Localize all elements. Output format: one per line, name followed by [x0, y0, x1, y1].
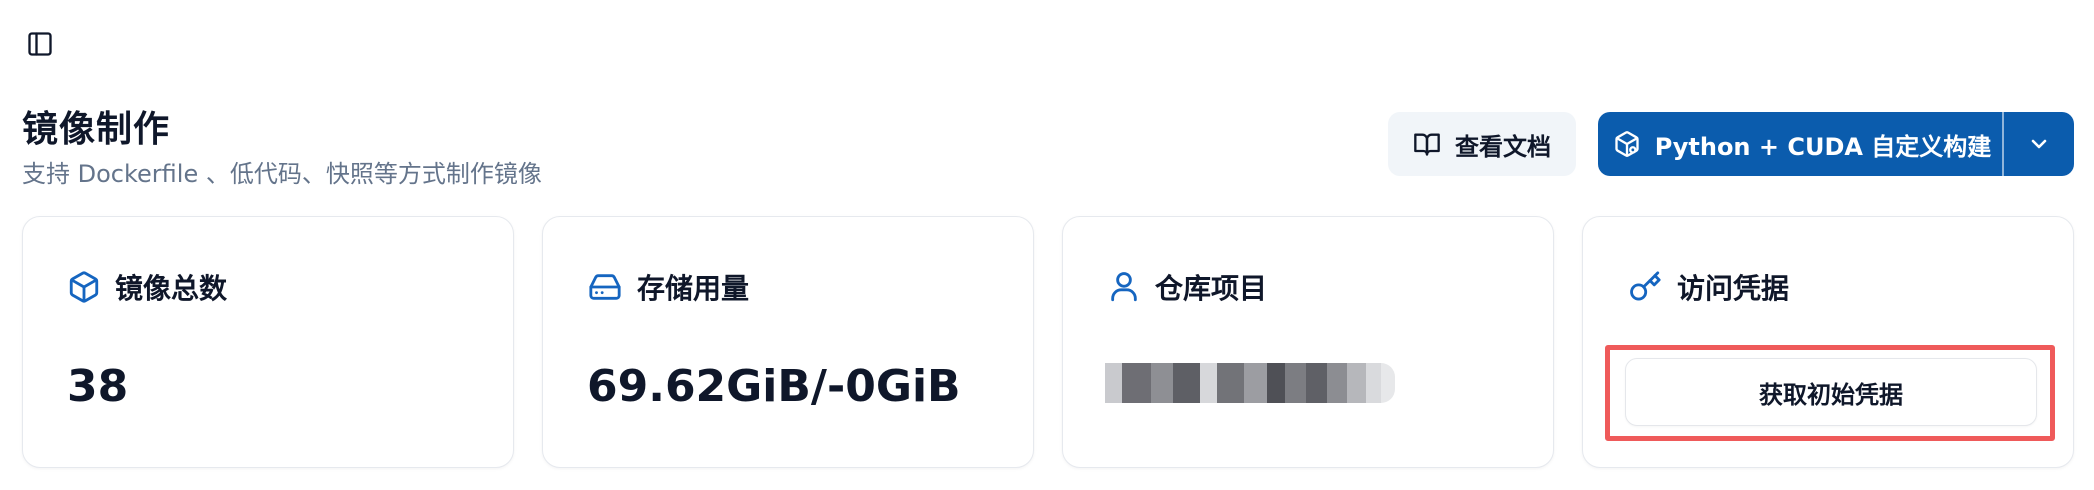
sidebar-toggle-icon: [28, 32, 52, 56]
access-credentials-label: 访问凭据: [1677, 272, 1790, 305]
sidebar-toggle-button[interactable]: [24, 28, 56, 60]
storage-usage-card: 存储用量 69.62GiB/-0GiB: [542, 216, 1034, 468]
access-credentials-card: 访问凭据 获取初始凭据: [1582, 216, 2074, 468]
image-count-label: 镜像总数: [115, 272, 228, 305]
user-icon: [1111, 272, 1137, 302]
image-count-header: 镜像总数: [67, 267, 227, 307]
book-icon: [1414, 133, 1440, 156]
image-count-value: 38: [67, 361, 129, 412]
page-subtitle: 支持 Dockerfile 、低代码、快照等方式制作镜像: [22, 160, 542, 188]
view-docs-button[interactable]: 查看文档: [1388, 112, 1576, 176]
box-icon: [69, 271, 99, 303]
view-docs-label: 查看文档: [1455, 132, 1551, 161]
key-icon: [1630, 271, 1661, 301]
build-button-group: Python + CUDA 自定义构建: [1598, 112, 2074, 176]
access-credentials-header: 访问凭据: [1627, 267, 1789, 307]
page-title: 镜像制作: [22, 109, 171, 150]
repo-projects-card: 仓库项目: [1062, 216, 1554, 468]
chevron-down-icon: [2031, 139, 2047, 149]
storage-usage-value: 69.62GiB/-0GiB: [587, 361, 961, 412]
repo-projects-label: 仓库项目: [1155, 272, 1268, 305]
repo-projects-redacted-value: [1105, 363, 1395, 403]
repo-projects-header: 仓库项目: [1107, 267, 1267, 307]
storage-usage-label: 存储用量: [637, 272, 750, 305]
storage-usage-header: 存储用量: [587, 267, 749, 307]
python-cuda-build-label: Python + CUDA 自定义构建: [1654, 132, 1992, 161]
python-cuda-build-button[interactable]: Python + CUDA 自定义构建: [1598, 112, 2002, 176]
image-count-card: 镜像总数 38: [22, 216, 514, 468]
get-initial-credentials-button[interactable]: 获取初始凭据: [1625, 358, 2037, 426]
hard-drive-icon: [589, 274, 621, 300]
package-icon: [1615, 131, 1639, 157]
build-options-dropdown[interactable]: [2004, 112, 2074, 176]
